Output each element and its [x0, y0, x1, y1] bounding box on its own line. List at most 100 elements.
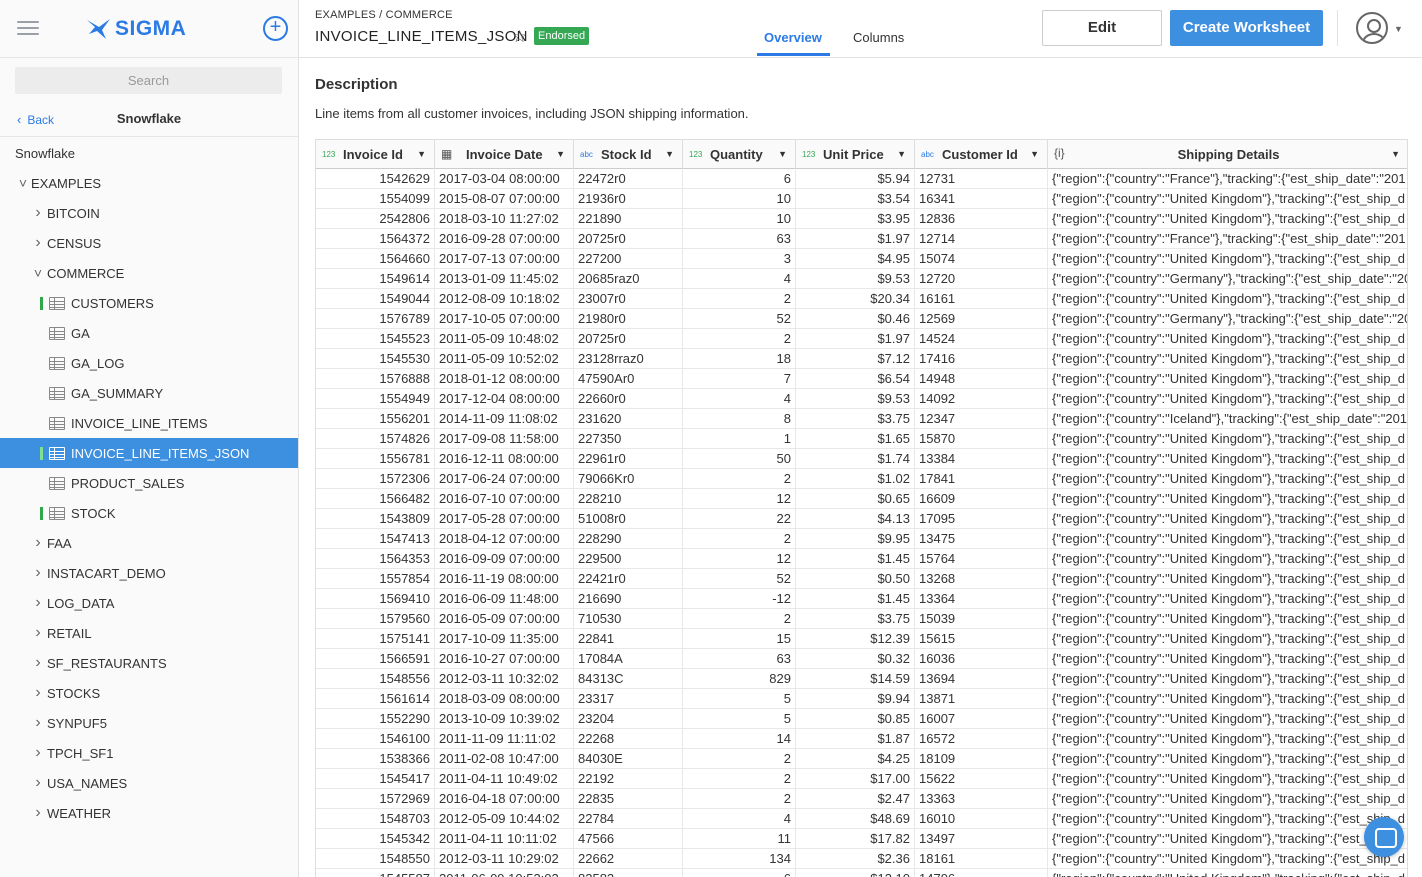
table-cell[interactable]: 63	[683, 229, 796, 249]
table-row[interactable]: 1564372 2016-09-28 07:00:00 20725r0 63 $1.97…	[316, 229, 1407, 249]
table-cell[interactable]: 22961r0	[574, 449, 683, 469]
table-cell[interactable]: {"region":{"country":"United Kingdom"},"…	[1048, 289, 1407, 309]
table-row[interactable]: 1566482 2016-07-10 07:00:00 228210 12 $0.65 1…	[316, 489, 1407, 509]
edit-button[interactable]: Edit	[1042, 10, 1162, 46]
table-cell[interactable]: 2018-04-12 07:00:00	[435, 529, 574, 549]
chevron-down-icon[interactable]: ▼	[1394, 24, 1403, 34]
table-cell[interactable]: 13871	[915, 689, 1048, 709]
table-cell[interactable]: 1542629	[316, 169, 435, 189]
tree-item-census[interactable]: › CENSUS	[0, 228, 298, 258]
table-cell[interactable]: 2014-11-09 11:08:02	[435, 409, 574, 429]
table-cell[interactable]: 22662	[574, 849, 683, 869]
table-cell[interactable]: 227350	[574, 429, 683, 449]
tree-item-faa[interactable]: › FAA	[0, 528, 298, 558]
table-cell[interactable]: 1564660	[316, 249, 435, 269]
table-cell[interactable]: 1549614	[316, 269, 435, 289]
table-cell[interactable]: 47566	[574, 829, 683, 849]
table-cell[interactable]: $6.54	[796, 369, 915, 389]
table-row[interactable]: 1542629 2017-03-04 08:00:00 22472r0 6 $5.94 1…	[316, 169, 1407, 189]
table-cell[interactable]: 13364	[915, 589, 1048, 609]
table-cell[interactable]: 2011-06-09 10:53:02	[435, 869, 574, 877]
tab-columns[interactable]: Columns	[853, 30, 904, 45]
table-cell[interactable]: 13363	[915, 789, 1048, 809]
chevron-right-icon[interactable]: ›	[32, 654, 44, 672]
table-cell[interactable]: $1.97	[796, 329, 915, 349]
table-cell[interactable]: $20.34	[796, 289, 915, 309]
table-cell[interactable]: {"region":{"country":"United Kingdom"},"…	[1048, 789, 1407, 809]
table-cell[interactable]: {"region":{"country":"United Kingdom"},"…	[1048, 389, 1407, 409]
table-cell[interactable]: 16010	[915, 809, 1048, 829]
table-cell[interactable]: $0.46	[796, 309, 915, 329]
table-cell[interactable]: $3.75	[796, 409, 915, 429]
table-cell[interactable]: 1545523	[316, 329, 435, 349]
chevron-down-icon[interactable]: ˅	[32, 265, 44, 281]
table-cell[interactable]: 221890	[574, 209, 683, 229]
table-cell[interactable]: {"region":{"country":"Germany"},"trackin…	[1048, 309, 1407, 329]
table-cell[interactable]: 20725r0	[574, 329, 683, 349]
avatar[interactable]	[1356, 12, 1388, 44]
table-row[interactable]: 1569410 2016-06-09 11:48:00 216690 -12 $1.45…	[316, 589, 1407, 609]
table-cell[interactable]: 2011-04-11 10:11:02	[435, 829, 574, 849]
table-cell[interactable]: $0.65	[796, 489, 915, 509]
table-cell[interactable]: 12	[683, 489, 796, 509]
table-cell[interactable]: 1557854	[316, 569, 435, 589]
table-cell[interactable]: 1545342	[316, 829, 435, 849]
table-row[interactable]: 1545417 2011-04-11 10:49:02 22192 2 $17.00 15…	[316, 769, 1407, 789]
table-cell[interactable]: 1547413	[316, 529, 435, 549]
table-cell[interactable]: {"region":{"country":"United Kingdom"},"…	[1048, 709, 1407, 729]
table-cell[interactable]: -12	[683, 589, 796, 609]
table-cell[interactable]: 1538366	[316, 749, 435, 769]
table-row[interactable]: 1547413 2018-04-12 07:00:00 228290 2 $9.95 13…	[316, 529, 1407, 549]
column-header-invoice-date[interactable]: ▦ Invoice Date ▼	[435, 140, 574, 169]
table-cell[interactable]: {"region":{"country":"United Kingdom"},"…	[1048, 369, 1407, 389]
table-cell[interactable]: {"region":{"country":"United Kingdom"},"…	[1048, 329, 1407, 349]
table-cell[interactable]: 23128rraz0	[574, 349, 683, 369]
table-cell[interactable]: 12714	[915, 229, 1048, 249]
table-cell[interactable]: 2	[683, 609, 796, 629]
chevron-right-icon[interactable]: ›	[32, 234, 44, 252]
table-row[interactable]: 1557854 2016-11-19 08:00:00 22421r0 52 $0.50…	[316, 569, 1407, 589]
table-row[interactable]: 1556781 2016-12-11 08:00:00 22961r0 50 $1.74…	[316, 449, 1407, 469]
chevron-right-icon[interactable]: ›	[32, 774, 44, 792]
table-cell[interactable]: {"region":{"country":"United Kingdom"},"…	[1048, 189, 1407, 209]
table-cell[interactable]: 1566591	[316, 649, 435, 669]
table-cell[interactable]: 6	[683, 869, 796, 877]
table-cell[interactable]: $9.95	[796, 529, 915, 549]
table-cell[interactable]: 12569	[915, 309, 1048, 329]
table-cell[interactable]: 12347	[915, 409, 1048, 429]
tree-item-ga-log[interactable]: GA_LOG	[0, 348, 298, 378]
table-cell[interactable]: 1548703	[316, 809, 435, 829]
column-menu-icon[interactable]: ▼	[556, 149, 565, 159]
table-cell[interactable]: 10	[683, 209, 796, 229]
table-cell[interactable]: 1572969	[316, 789, 435, 809]
table-cell[interactable]: 17416	[915, 349, 1048, 369]
table-cell[interactable]: 16161	[915, 289, 1048, 309]
table-cell[interactable]: 84313C	[574, 669, 683, 689]
table-cell[interactable]: 1554099	[316, 189, 435, 209]
table-cell[interactable]: 228210	[574, 489, 683, 509]
tree-item-invoice-line-items[interactable]: INVOICE_LINE_ITEMS	[0, 408, 298, 438]
table-cell[interactable]: $13.10	[796, 869, 915, 877]
table-cell[interactable]: 2017-10-05 07:00:00	[435, 309, 574, 329]
table-cell[interactable]: 14948	[915, 369, 1048, 389]
table-cell[interactable]: $9.94	[796, 689, 915, 709]
table-cell[interactable]: 63	[683, 649, 796, 669]
table-cell[interactable]: {"region":{"country":"United Kingdom"},"…	[1048, 349, 1407, 369]
chevron-right-icon[interactable]: ›	[32, 204, 44, 222]
table-cell[interactable]: 22421r0	[574, 569, 683, 589]
table-cell[interactable]: {"region":{"country":"United Kingdom"},"…	[1048, 609, 1407, 629]
table-cell[interactable]: 22268	[574, 729, 683, 749]
table-row[interactable]: 1566591 2016-10-27 07:00:00 17084A 63 $0.32 1…	[316, 649, 1407, 669]
table-cell[interactable]: $1.97	[796, 229, 915, 249]
table-cell[interactable]: 52	[683, 569, 796, 589]
table-cell[interactable]: 227200	[574, 249, 683, 269]
table-row[interactable]: 1538366 2011-02-08 10:47:00 84030E 2 $4.25 18…	[316, 749, 1407, 769]
table-cell[interactable]: 22835	[574, 789, 683, 809]
table-cell[interactable]: 22	[683, 509, 796, 529]
tree-item-ga-summary[interactable]: GA_SUMMARY	[0, 378, 298, 408]
table-cell[interactable]: 1552290	[316, 709, 435, 729]
table-cell[interactable]: $3.75	[796, 609, 915, 629]
table-cell[interactable]: 14796	[915, 869, 1048, 877]
tree-item-commerce[interactable]: ˅ COMMERCE	[0, 258, 298, 288]
column-header-shipping-details[interactable]: {i} Shipping Details ▼	[1048, 140, 1407, 169]
